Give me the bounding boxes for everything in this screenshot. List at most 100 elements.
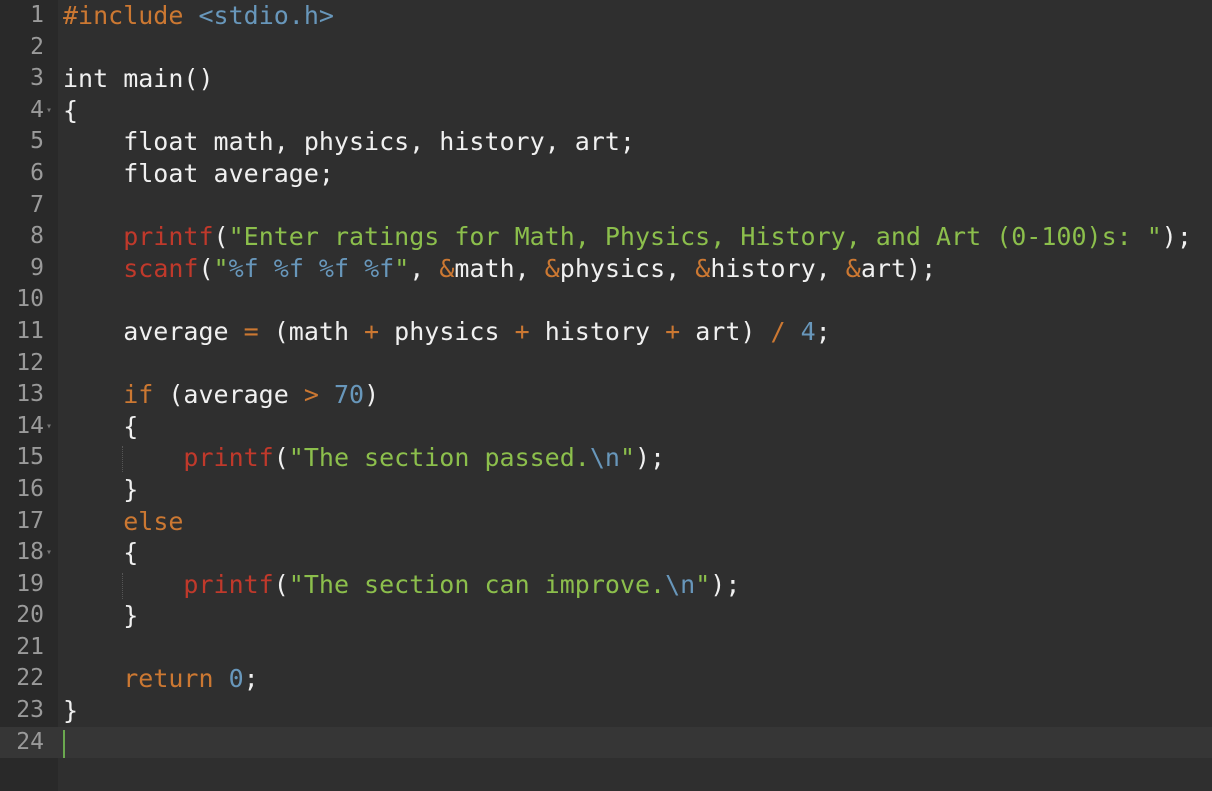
line-number: 15 [16,444,44,471]
code-line[interactable]: 15 printf("The section passed.\n"); [0,442,1212,474]
token-pp: #include [63,1,184,30]
code-line[interactable]: 9 scanf("%f %f %f %f", &math, &physics, … [0,253,1212,285]
token-plain: (average [153,380,304,410]
code-line[interactable]: 18 ▾ { [0,537,1212,569]
token-kw: else [123,506,184,536]
line-number: 24 [16,728,44,755]
token-op: + [364,316,380,346]
line-number: 11 [16,317,44,344]
code-line[interactable]: 16 } [0,474,1212,506]
token-str: " [394,253,410,283]
token-plain: ); [635,443,666,473]
line-number: 23 [16,697,44,724]
line-number: 3 [30,65,44,92]
line-number: 22 [16,665,44,692]
code-text: { [63,411,138,443]
token-plain: physics [379,316,515,346]
code-text: { [63,95,78,127]
token-inc: <stdio.h> [198,1,334,30]
token-plain: ( [273,443,289,473]
line-number: 8 [30,223,44,250]
line-number: 20 [16,602,44,629]
code-line[interactable]: 3 int main() [0,63,1212,95]
code-line[interactable]: 10 [0,284,1212,316]
code-text: printf("Enter ratings for Math, Physics,… [63,221,1192,253]
code-line[interactable]: 4 ▾ { [0,95,1212,127]
token-plain: float math, physics, history, art; [63,127,635,157]
code-line[interactable]: 7 [0,190,1212,222]
token-kw: return [123,664,214,694]
token-fn: scanf [123,253,199,283]
code-line[interactable]: 21 [0,632,1212,664]
token-plain: average [63,316,244,346]
token-plain: ; [243,664,259,694]
code-text: } [63,695,78,727]
line-number: 1 [30,2,44,28]
code-editor[interactable]: 1 #include <stdio.h> 2 3 int main() 4 ▾{5 floa… [0,0,1212,759]
token-kw: if [123,380,154,410]
fold-arrow-icon[interactable]: ▾ [46,95,52,127]
token-op: & [544,253,560,283]
line-number: 13 [16,381,44,408]
token-op: / [770,316,786,346]
line-number: 4 [30,96,44,123]
line-number: 21 [16,633,44,660]
code-text [63,727,65,759]
fold-arrow-icon[interactable]: ▾ [46,411,52,443]
code-line[interactable]: 6 float average; [0,158,1212,190]
token-str: " [619,443,635,473]
token-plain: } [63,696,79,726]
code-line[interactable]: 1 #include <stdio.h> [0,0,1212,32]
token-plain: history, [710,253,846,283]
code-line[interactable]: 14 ▾ { [0,411,1212,443]
code-text: float average; [63,158,334,190]
code-line[interactable]: 23} [0,695,1212,727]
token-plain: (math [258,316,365,346]
code-line[interactable]: 22 return 0; [0,663,1212,695]
line-number: 2 [30,33,44,60]
token-plain: ); [710,569,741,599]
token-plain: { [63,411,139,441]
token-op: + [665,316,681,346]
token-plain: int main() [63,64,214,94]
token-str: "Enter ratings for Math, Physics, Histor… [228,222,1162,252]
code-text: } [63,600,138,632]
code-line[interactable]: 8 printf("Enter ratings for Math, Physic… [0,221,1212,253]
line-number: 12 [16,349,44,376]
code-text: scanf("%f %f %f %f", &math, &physics, &h… [63,253,936,285]
token-plain: ( [273,569,289,599]
code-text: float math, physics, history, art; [63,126,635,158]
token-op: & [439,253,455,283]
code-text: printf("The section passed.\n"); [63,442,665,474]
token-str: " [695,569,711,599]
line-number: 9 [30,254,44,281]
code-text: if (average > 70) [63,379,379,411]
code-line[interactable]: 17 else [0,506,1212,538]
code-line[interactable]: 13 if (average > 70) [0,379,1212,411]
code-text: else [63,506,183,538]
line-number: 5 [30,128,44,155]
token-plain: ( [198,253,214,283]
code-line[interactable]: 19 printf("The section can improve.\n"); [0,569,1212,601]
code-line[interactable]: 24 [0,726,1212,759]
code-line[interactable]: 12 [0,348,1212,380]
line-number: 6 [30,159,44,186]
fold-arrow-icon[interactable]: ▾ [46,537,52,569]
token-op: + [514,316,530,346]
code-line[interactable]: 11 average = (math + physics + history +… [0,316,1212,348]
code-line[interactable]: 20 } [0,600,1212,632]
line-number: 17 [16,507,44,534]
code-text: #include <stdio.h> [63,0,334,32]
code-line[interactable]: 5 float math, physics, history, art; [0,126,1212,158]
line-number: 18 [16,539,44,566]
token-str: " [213,253,229,283]
token-esc: \n [589,443,620,473]
token-fn: printf [123,222,214,252]
token-op: > [303,380,319,410]
token-plain: , [409,253,440,283]
code-line[interactable]: 2 [0,32,1212,64]
